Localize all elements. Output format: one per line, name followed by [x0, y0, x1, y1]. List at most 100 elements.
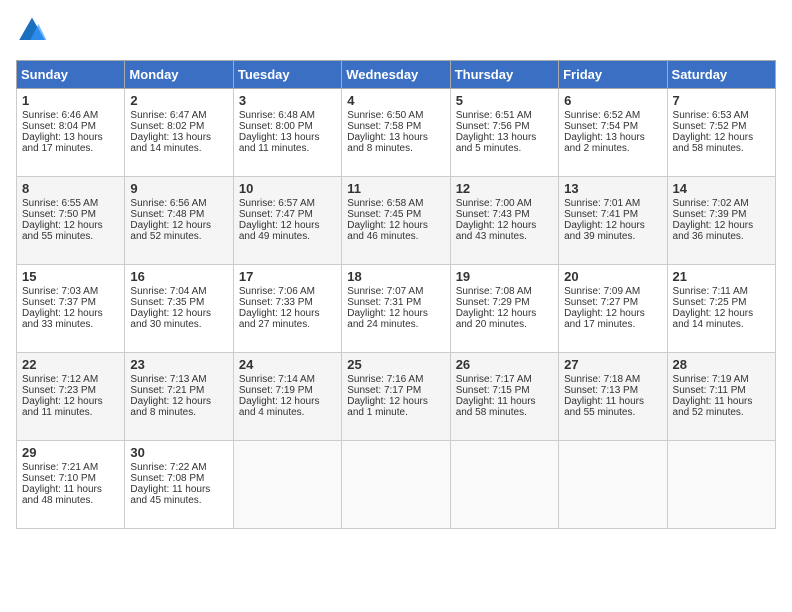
day-info-line: Daylight: 13 hours: [130, 132, 227, 143]
day-info-line: and 45 minutes.: [130, 495, 227, 506]
day-info-line: Daylight: 12 hours: [673, 220, 770, 231]
day-info-line: Sunset: 7:41 PM: [564, 209, 661, 220]
day-info-line: Daylight: 12 hours: [564, 308, 661, 319]
day-info-line: Daylight: 12 hours: [347, 308, 444, 319]
day-number: 20: [564, 269, 661, 284]
day-info-line: Sunrise: 6:53 AM: [673, 110, 770, 121]
day-number: 2: [130, 93, 227, 108]
weekday-header: Saturday: [667, 61, 775, 89]
calendar-cell: 26Sunrise: 7:17 AMSunset: 7:15 PMDayligh…: [450, 353, 558, 441]
day-number: 28: [673, 357, 770, 372]
day-number: 12: [456, 181, 553, 196]
day-info-line: Daylight: 13 hours: [564, 132, 661, 143]
day-info-line: Daylight: 12 hours: [22, 308, 119, 319]
day-number: 23: [130, 357, 227, 372]
day-info-line: Sunrise: 7:21 AM: [22, 462, 119, 473]
day-info-line: Sunset: 7:43 PM: [456, 209, 553, 220]
day-info-line: Daylight: 12 hours: [130, 220, 227, 231]
day-info-line: and 14 minutes.: [673, 319, 770, 330]
day-number: 18: [347, 269, 444, 284]
calendar-cell: 19Sunrise: 7:08 AMSunset: 7:29 PMDayligh…: [450, 265, 558, 353]
day-number: 4: [347, 93, 444, 108]
day-info-line: Sunrise: 7:09 AM: [564, 286, 661, 297]
day-info-line: Sunset: 7:11 PM: [673, 385, 770, 396]
calendar-week-row: 29Sunrise: 7:21 AMSunset: 7:10 PMDayligh…: [17, 441, 776, 529]
day-number: 13: [564, 181, 661, 196]
day-info-line: and 30 minutes.: [130, 319, 227, 330]
calendar-cell: [667, 441, 775, 529]
calendar-cell: 10Sunrise: 6:57 AMSunset: 7:47 PMDayligh…: [233, 177, 341, 265]
day-number: 21: [673, 269, 770, 284]
day-info-line: Daylight: 12 hours: [22, 396, 119, 407]
day-info-line: and 39 minutes.: [564, 231, 661, 242]
calendar-cell: [559, 441, 667, 529]
weekday-header: Friday: [559, 61, 667, 89]
day-info-line: Sunset: 8:02 PM: [130, 121, 227, 132]
day-number: 25: [347, 357, 444, 372]
calendar-cell: [342, 441, 450, 529]
day-info-line: Sunrise: 7:16 AM: [347, 374, 444, 385]
calendar-cell: 15Sunrise: 7:03 AMSunset: 7:37 PMDayligh…: [17, 265, 125, 353]
calendar-cell: 16Sunrise: 7:04 AMSunset: 7:35 PMDayligh…: [125, 265, 233, 353]
calendar-week-row: 22Sunrise: 7:12 AMSunset: 7:23 PMDayligh…: [17, 353, 776, 441]
day-info-line: and 48 minutes.: [22, 495, 119, 506]
calendar-cell: 30Sunrise: 7:22 AMSunset: 7:08 PMDayligh…: [125, 441, 233, 529]
day-info-line: Daylight: 11 hours: [456, 396, 553, 407]
day-info-line: Sunrise: 7:01 AM: [564, 198, 661, 209]
calendar-week-row: 8Sunrise: 6:55 AMSunset: 7:50 PMDaylight…: [17, 177, 776, 265]
day-info-line: Sunset: 7:56 PM: [456, 121, 553, 132]
day-info-line: Daylight: 12 hours: [22, 220, 119, 231]
day-info-line: Sunset: 7:08 PM: [130, 473, 227, 484]
day-number: 24: [239, 357, 336, 372]
day-info-line: and 8 minutes.: [347, 143, 444, 154]
day-number: 8: [22, 181, 119, 196]
calendar-cell: 5Sunrise: 6:51 AMSunset: 7:56 PMDaylight…: [450, 89, 558, 177]
day-info-line: Sunset: 7:39 PM: [673, 209, 770, 220]
day-info-line: Sunset: 7:45 PM: [347, 209, 444, 220]
day-info-line: Sunset: 7:17 PM: [347, 385, 444, 396]
calendar-cell: [233, 441, 341, 529]
day-info-line: and 27 minutes.: [239, 319, 336, 330]
day-info-line: and 11 minutes.: [22, 407, 119, 418]
day-info-line: and 36 minutes.: [673, 231, 770, 242]
calendar-cell: 24Sunrise: 7:14 AMSunset: 7:19 PMDayligh…: [233, 353, 341, 441]
day-info-line: Sunset: 8:00 PM: [239, 121, 336, 132]
day-info-line: and 33 minutes.: [22, 319, 119, 330]
day-info-line: and 24 minutes.: [347, 319, 444, 330]
day-number: 7: [673, 93, 770, 108]
day-info-line: Sunrise: 7:22 AM: [130, 462, 227, 473]
calendar-cell: 21Sunrise: 7:11 AMSunset: 7:25 PMDayligh…: [667, 265, 775, 353]
day-info-line: and 58 minutes.: [673, 143, 770, 154]
day-info-line: and 55 minutes.: [22, 231, 119, 242]
day-info-line: Daylight: 11 hours: [564, 396, 661, 407]
day-info-line: and 5 minutes.: [456, 143, 553, 154]
calendar-cell: 1Sunrise: 6:46 AMSunset: 8:04 PMDaylight…: [17, 89, 125, 177]
day-info-line: and 55 minutes.: [564, 407, 661, 418]
day-number: 14: [673, 181, 770, 196]
calendar-cell: 4Sunrise: 6:50 AMSunset: 7:58 PMDaylight…: [342, 89, 450, 177]
day-info-line: Sunrise: 7:11 AM: [673, 286, 770, 297]
day-info-line: Sunrise: 7:00 AM: [456, 198, 553, 209]
day-info-line: Sunset: 7:23 PM: [22, 385, 119, 396]
calendar-cell: 29Sunrise: 7:21 AMSunset: 7:10 PMDayligh…: [17, 441, 125, 529]
day-info-line: and 14 minutes.: [130, 143, 227, 154]
day-number: 11: [347, 181, 444, 196]
day-number: 29: [22, 445, 119, 460]
day-info-line: Sunrise: 7:17 AM: [456, 374, 553, 385]
day-info-line: Sunset: 8:04 PM: [22, 121, 119, 132]
day-info-line: Daylight: 13 hours: [22, 132, 119, 143]
calendar-header-row: SundayMondayTuesdayWednesdayThursdayFrid…: [17, 61, 776, 89]
calendar-cell: 7Sunrise: 6:53 AMSunset: 7:52 PMDaylight…: [667, 89, 775, 177]
day-number: 22: [22, 357, 119, 372]
day-info-line: Sunset: 7:27 PM: [564, 297, 661, 308]
calendar-cell: 27Sunrise: 7:18 AMSunset: 7:13 PMDayligh…: [559, 353, 667, 441]
day-info-line: Sunrise: 6:48 AM: [239, 110, 336, 121]
day-info-line: Sunrise: 6:46 AM: [22, 110, 119, 121]
weekday-header: Tuesday: [233, 61, 341, 89]
calendar-cell: 2Sunrise: 6:47 AMSunset: 8:02 PMDaylight…: [125, 89, 233, 177]
calendar-cell: 12 Sunrise: 7:00 AMSunset: 7:43 PMDayligh…: [450, 177, 558, 265]
day-info-line: Sunset: 7:21 PM: [130, 385, 227, 396]
day-info-line: Sunset: 7:47 PM: [239, 209, 336, 220]
day-info-line: and 8 minutes.: [130, 407, 227, 418]
day-info-line: Daylight: 12 hours: [456, 220, 553, 231]
